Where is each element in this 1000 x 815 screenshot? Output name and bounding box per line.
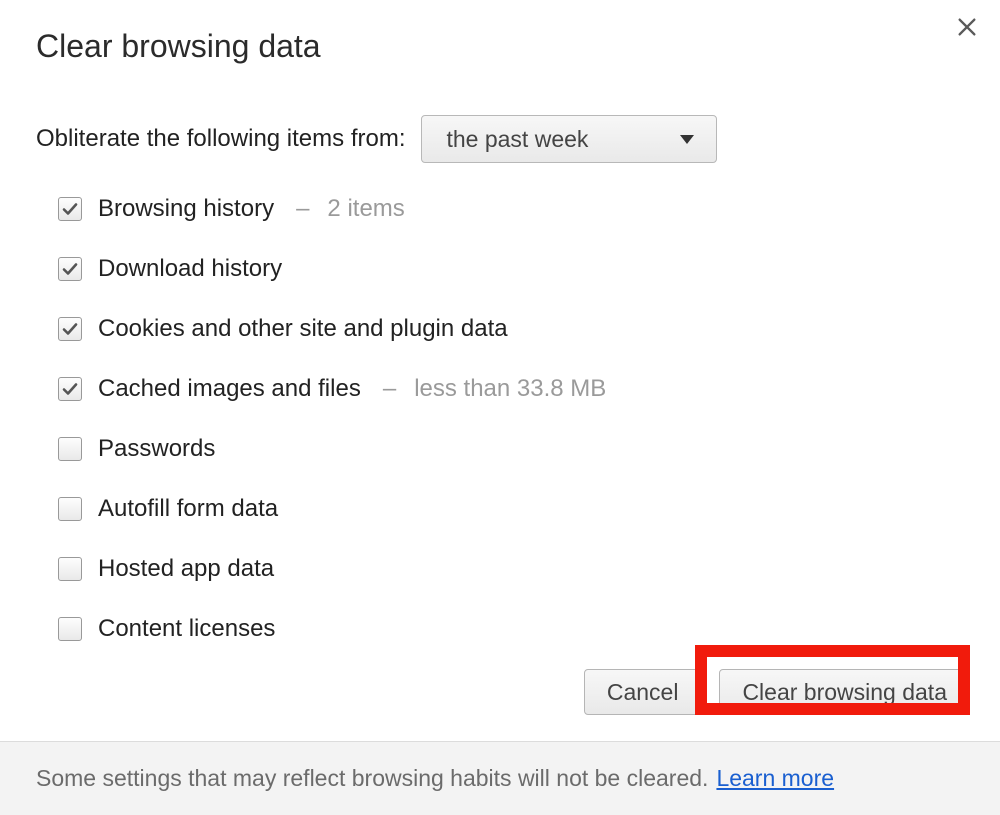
option-label: Cached images and files	[98, 375, 361, 403]
time-range-value: the past week	[446, 126, 588, 153]
option-checkbox[interactable]	[58, 557, 82, 581]
option-checkbox[interactable]	[58, 497, 82, 521]
option-row: Autofill form data	[58, 495, 1000, 523]
option-row: Content licenses	[58, 615, 1000, 643]
option-row: Cookies and other site and plugin data	[58, 315, 1000, 343]
option-suffix: 2 items	[327, 195, 404, 223]
time-range-select[interactable]: the past week	[421, 115, 717, 163]
time-range-label: Obliterate the following items from:	[36, 125, 405, 153]
learn-more-link[interactable]: Learn more	[716, 765, 834, 792]
footer-text: Some settings that may reflect browsing …	[36, 765, 708, 792]
option-row: Cached images and files–less than 33.8 M…	[58, 375, 1000, 403]
option-row: Download history	[58, 255, 1000, 283]
option-label: Download history	[98, 255, 282, 283]
option-label: Browsing history	[98, 195, 274, 223]
chevron-down-icon	[680, 135, 694, 144]
option-checkbox[interactable]	[58, 197, 82, 221]
option-row: Hosted app data	[58, 555, 1000, 583]
option-label: Passwords	[98, 435, 215, 463]
cancel-button-label: Cancel	[607, 679, 679, 706]
clear-browsing-data-dialog: Clear browsing data Obliterate the follo…	[0, 0, 1000, 815]
dialog-footer: Some settings that may reflect browsing …	[0, 741, 1000, 815]
option-label: Hosted app data	[98, 555, 274, 583]
option-checkbox[interactable]	[58, 257, 82, 281]
option-checkbox[interactable]	[58, 317, 82, 341]
dialog-title: Clear browsing data	[0, 0, 1000, 65]
close-icon[interactable]	[956, 16, 980, 40]
option-label: Content licenses	[98, 615, 275, 643]
option-label: Autofill form data	[98, 495, 278, 523]
cancel-button[interactable]: Cancel	[584, 669, 702, 715]
clear-browsing-data-button[interactable]: Clear browsing data	[719, 669, 970, 715]
option-suffix: less than 33.8 MB	[414, 375, 606, 403]
option-row: Browsing history–2 items	[58, 195, 1000, 223]
option-label: Cookies and other site and plugin data	[98, 315, 508, 343]
option-suffix-separator: –	[377, 375, 398, 403]
option-checkbox[interactable]	[58, 377, 82, 401]
option-row: Passwords	[58, 435, 1000, 463]
option-suffix-separator: –	[290, 195, 311, 223]
clear-browsing-data-button-label: Clear browsing data	[742, 679, 947, 706]
option-checkbox[interactable]	[58, 617, 82, 641]
option-checkbox[interactable]	[58, 437, 82, 461]
